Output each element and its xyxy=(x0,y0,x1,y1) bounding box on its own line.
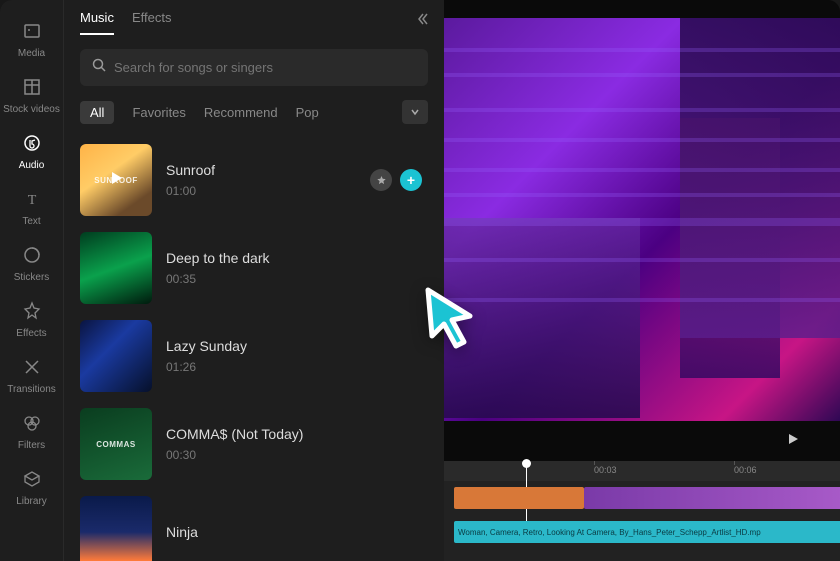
preview-play-button[interactable] xyxy=(786,432,800,451)
media-icon xyxy=(22,21,42,44)
sidebar-item-label: Text xyxy=(22,216,40,227)
sidebar-item-label: Stickers xyxy=(14,272,50,283)
filter-recommend[interactable]: Recommend xyxy=(204,105,278,120)
tab-music[interactable]: Music xyxy=(80,10,114,35)
track-duration: 00:35 xyxy=(166,272,270,286)
sidebar-item-library[interactable]: Library xyxy=(0,460,64,516)
svg-text:T: T xyxy=(27,193,36,208)
search-box[interactable] xyxy=(80,49,428,86)
track-duration: 01:00 xyxy=(166,184,215,198)
panel-tabs: Music Effects xyxy=(64,0,444,35)
sidebar: Media Stock videos Audio T Text Stickers Effec… xyxy=(0,0,64,561)
track-title: Ninja xyxy=(166,524,198,540)
track-thumbnail[interactable]: SUNROOF xyxy=(80,144,152,216)
audio-panel: Music Effects All Favorites Recommend Pop SU… xyxy=(64,0,444,561)
sidebar-item-label: Effects xyxy=(16,328,46,339)
track-duration: 01:26 xyxy=(166,360,247,374)
track-title: COMMA$ (Not Today) xyxy=(166,426,303,442)
sidebar-item-text[interactable]: T Text xyxy=(0,180,64,236)
ruler-mark: 00:06 xyxy=(734,465,757,475)
track-row[interactable]: SUNROOF Sunroof 01:00 + xyxy=(72,136,436,224)
track-row[interactable]: Ninja xyxy=(72,488,436,561)
sidebar-item-stock[interactable]: Stock videos xyxy=(0,68,64,124)
search-input[interactable] xyxy=(114,60,416,75)
sidebar-item-media[interactable]: Media xyxy=(0,12,64,68)
stickers-icon xyxy=(22,245,42,268)
timeline[interactable]: 00:03 00:06 Woman, Camera, Retro, Looking… xyxy=(444,461,840,561)
video-clip[interactable] xyxy=(584,487,840,509)
track-list: SUNROOF Sunroof 01:00 + Deep to the dark 00:3… xyxy=(64,136,444,561)
search-icon xyxy=(92,58,106,77)
track-row[interactable]: Deep to the dark 00:35 xyxy=(72,224,436,312)
filter-favorites[interactable]: Favorites xyxy=(132,105,185,120)
tab-effects[interactable]: Effects xyxy=(132,10,172,35)
track-row[interactable]: Lazy Sunday 01:26 xyxy=(72,312,436,400)
timeline-ruler[interactable]: 00:03 00:06 xyxy=(444,461,840,481)
add-track-button[interactable]: + xyxy=(400,169,422,191)
preview-controls xyxy=(444,421,840,461)
library-icon xyxy=(22,469,42,492)
track-duration: 00:30 xyxy=(166,448,303,462)
filter-more-button[interactable] xyxy=(402,100,428,124)
sidebar-item-label: Filters xyxy=(18,440,45,451)
track-thumbnail[interactable] xyxy=(80,496,152,561)
play-icon xyxy=(106,168,126,193)
collapse-panel-button[interactable] xyxy=(416,12,430,31)
text-icon: T xyxy=(22,189,42,212)
effects-icon xyxy=(22,301,42,324)
filter-all[interactable]: All xyxy=(80,101,114,124)
filter-row: All Favorites Recommend Pop xyxy=(64,96,444,136)
clip-label: Woman, Camera, Retro, Looking At Camera,… xyxy=(458,528,761,537)
track-thumbnail[interactable] xyxy=(80,320,152,392)
audio-clip[interactable]: Woman, Camera, Retro, Looking At Camera,… xyxy=(454,521,840,543)
sidebar-item-label: Library xyxy=(16,496,47,507)
sidebar-item-effects[interactable]: Effects xyxy=(0,292,64,348)
track-row[interactable]: COMMAS COMMA$ (Not Today) 00:30 xyxy=(72,400,436,488)
sidebar-item-label: Audio xyxy=(19,160,45,171)
ruler-mark: 00:03 xyxy=(594,465,617,475)
sidebar-item-stickers[interactable]: Stickers xyxy=(0,236,64,292)
transitions-icon xyxy=(22,357,42,380)
track-title: Lazy Sunday xyxy=(166,338,247,354)
filters-icon xyxy=(22,413,42,436)
stock-icon xyxy=(22,77,42,100)
video-preview[interactable] xyxy=(444,18,840,421)
sidebar-item-transitions[interactable]: Transitions xyxy=(0,348,64,404)
audio-icon xyxy=(22,133,42,156)
preview-area: 00:03 00:06 Woman, Camera, Retro, Looking… xyxy=(444,0,840,561)
filter-pop[interactable]: Pop xyxy=(296,105,319,120)
sidebar-item-filters[interactable]: Filters xyxy=(0,404,64,460)
sidebar-item-label: Stock videos xyxy=(3,104,60,115)
favorite-button[interactable] xyxy=(370,169,392,191)
video-clip[interactable] xyxy=(454,487,584,509)
sidebar-item-audio[interactable]: Audio xyxy=(0,124,64,180)
sidebar-item-label: Transitions xyxy=(7,384,56,395)
sidebar-item-label: Media xyxy=(18,48,45,59)
track-thumbnail[interactable]: COMMAS xyxy=(80,408,152,480)
track-title: Deep to the dark xyxy=(166,250,270,266)
track-title: Sunroof xyxy=(166,162,215,178)
track-thumbnail[interactable] xyxy=(80,232,152,304)
cursor-pointer-icon xyxy=(422,286,480,352)
